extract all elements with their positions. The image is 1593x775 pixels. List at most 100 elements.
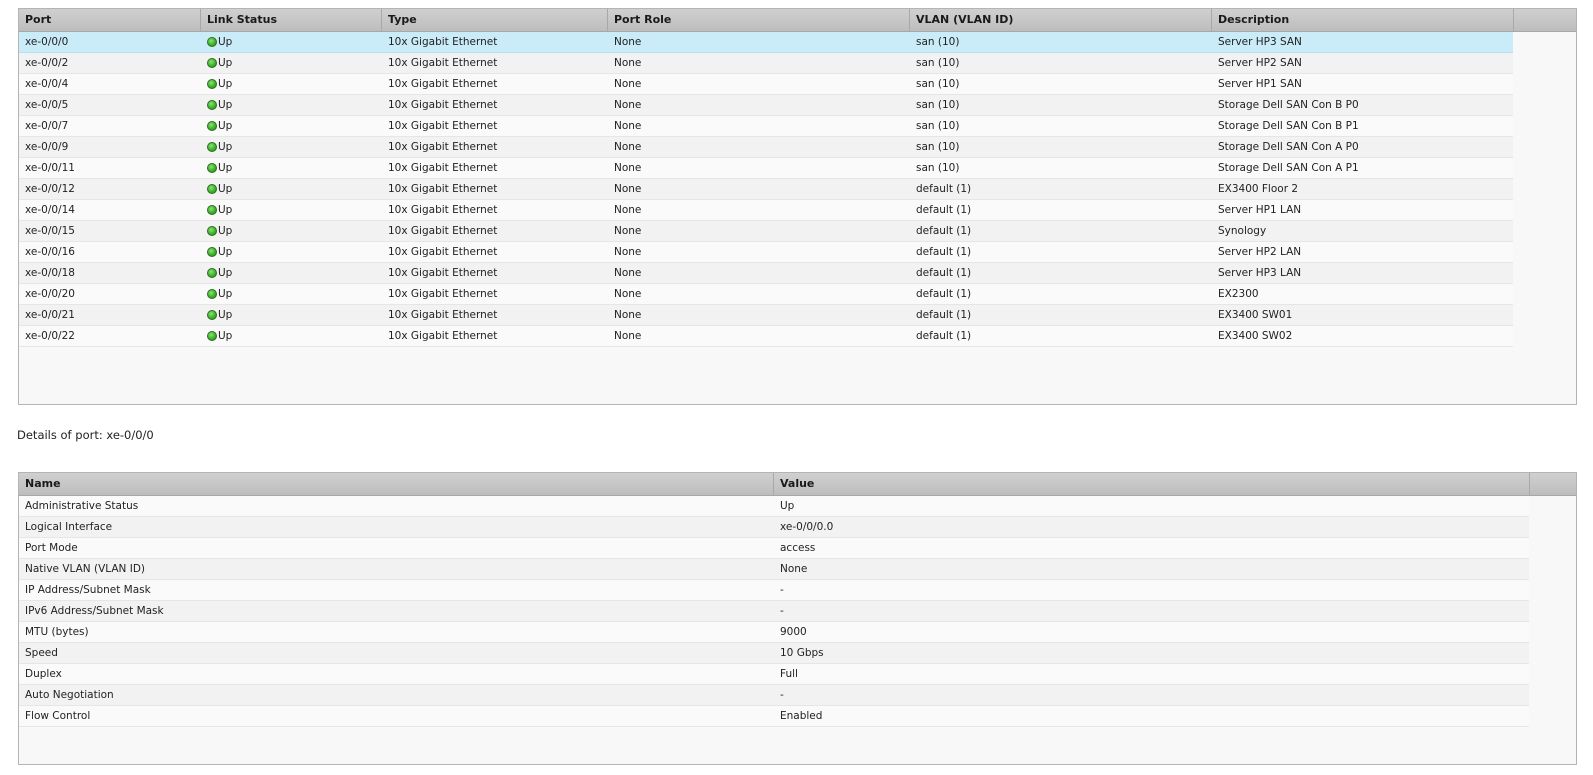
link-status-label: Up <box>218 309 233 321</box>
port-role-cell: None <box>614 141 642 153</box>
property-value-cell: - <box>780 584 784 596</box>
property-name-cell: Flow Control <box>25 710 91 722</box>
port-role-cell: None <box>614 120 642 132</box>
table-row[interactable]: xe-0/0/22 Up 10x Gigabit Ethernet None defau… <box>19 326 1513 347</box>
table-row[interactable]: IPv6 Address/Subnet Mask - <box>19 601 1529 622</box>
table-row[interactable]: xe-0/0/5 Up 10x Gigabit Ethernet None san (1… <box>19 95 1513 116</box>
port-role-cell: None <box>614 162 642 174</box>
status-up-icon <box>207 142 217 152</box>
vlan-cell: san (10) <box>916 162 960 174</box>
table-row[interactable]: Flow Control Enabled <box>19 706 1529 727</box>
table-row[interactable]: xe-0/0/4 Up 10x Gigabit Ethernet None san (1… <box>19 74 1513 95</box>
table-row[interactable]: Port Mode access <box>19 538 1529 559</box>
column-header-filler <box>1529 473 1576 495</box>
vlan-cell: default (1) <box>916 204 972 216</box>
ports-grid: Port Link Status Type Port Role VLAN (VL… <box>18 8 1577 405</box>
table-row[interactable]: xe-0/0/7 Up 10x Gigabit Ethernet None san (1… <box>19 116 1513 137</box>
table-row[interactable]: Administrative Status Up <box>19 496 1529 517</box>
port-cell: xe-0/0/12 <box>25 183 75 195</box>
description-cell: Server HP2 SAN <box>1218 57 1302 69</box>
description-cell: Server HP1 LAN <box>1218 204 1302 216</box>
column-header-port[interactable]: Port <box>19 9 201 31</box>
table-row[interactable]: xe-0/0/14 Up 10x Gigabit Ethernet None defau… <box>19 200 1513 221</box>
table-row[interactable]: xe-0/0/21 Up 10x Gigabit Ethernet None defau… <box>19 305 1513 326</box>
table-row[interactable]: xe-0/0/16 Up 10x Gigabit Ethernet None defau… <box>19 242 1513 263</box>
link-status-cell: Up <box>201 74 382 94</box>
column-header-value[interactable]: Value <box>774 473 1529 495</box>
table-row[interactable]: xe-0/0/11 Up 10x Gigabit Ethernet None san (… <box>19 158 1513 179</box>
status-up-icon <box>207 268 217 278</box>
table-row[interactable]: xe-0/0/15 Up 10x Gigabit Ethernet None defau… <box>19 221 1513 242</box>
column-header-vlan[interactable]: VLAN (VLAN ID) <box>910 9 1212 31</box>
description-cell: Server HP3 SAN <box>1218 36 1302 48</box>
link-status-cell: Up <box>201 95 382 115</box>
property-name-cell: IPv6 Address/Subnet Mask <box>25 605 164 617</box>
port-role-cell: None <box>614 99 642 111</box>
link-status-cell: Up <box>201 158 382 178</box>
table-row[interactable]: xe-0/0/2 Up 10x Gigabit Ethernet None san (1… <box>19 53 1513 74</box>
property-name-cell: Auto Negotiation <box>25 689 114 701</box>
property-value-cell: 9000 <box>780 626 807 638</box>
port-cell: xe-0/0/5 <box>25 99 69 111</box>
vlan-cell: default (1) <box>916 183 972 195</box>
property-value-cell: 10 Gbps <box>780 647 824 659</box>
vlan-cell: default (1) <box>916 309 972 321</box>
description-cell: Server HP3 LAN <box>1218 267 1302 279</box>
column-header-type[interactable]: Type <box>382 9 608 31</box>
status-up-icon <box>207 205 217 215</box>
column-header-description[interactable]: Description <box>1212 9 1513 31</box>
port-role-cell: None <box>614 78 642 90</box>
type-cell: 10x Gigabit Ethernet <box>388 330 498 342</box>
vlan-cell: default (1) <box>916 225 972 237</box>
status-up-icon <box>207 184 217 194</box>
table-row[interactable]: xe-0/0/12 Up 10x Gigabit Ethernet None defau… <box>19 179 1513 200</box>
port-role-cell: None <box>614 204 642 216</box>
port-cell: xe-0/0/20 <box>25 288 75 300</box>
table-row[interactable]: Speed 10 Gbps <box>19 643 1529 664</box>
table-row[interactable]: xe-0/0/18 Up 10x Gigabit Ethernet None defau… <box>19 263 1513 284</box>
link-status-cell: Up <box>201 137 382 157</box>
property-value-cell: xe-0/0/0.0 <box>780 521 834 533</box>
vlan-cell: default (1) <box>916 330 972 342</box>
table-row[interactable]: xe-0/0/20 Up 10x Gigabit Ethernet None defau… <box>19 284 1513 305</box>
column-header-link-status[interactable]: Link Status <box>201 9 382 31</box>
property-name-cell: Duplex <box>25 668 62 680</box>
property-name-cell: Native VLAN (VLAN ID) <box>25 563 146 575</box>
property-value-cell: Enabled <box>780 710 823 722</box>
table-row[interactable]: MTU (bytes) 9000 <box>19 622 1529 643</box>
status-up-icon <box>207 331 217 341</box>
property-value-cell: None <box>780 563 808 575</box>
property-value-cell: access <box>780 542 816 554</box>
description-cell: Server HP2 LAN <box>1218 246 1302 258</box>
status-up-icon <box>207 289 217 299</box>
vlan-cell: default (1) <box>916 246 972 258</box>
port-role-cell: None <box>614 330 642 342</box>
details-grid-header: Name Value <box>19 473 1576 496</box>
column-header-name[interactable]: Name <box>19 473 774 495</box>
table-row[interactable]: IP Address/Subnet Mask - <box>19 580 1529 601</box>
table-row[interactable]: Logical Interface xe-0/0/0.0 <box>19 517 1529 538</box>
link-status-cell: Up <box>201 116 382 136</box>
column-header-port-role[interactable]: Port Role <box>608 9 910 31</box>
status-up-icon <box>207 58 217 68</box>
property-name-cell: Port Mode <box>25 542 78 554</box>
link-status-cell: Up <box>201 221 382 241</box>
link-status-label: Up <box>218 78 233 90</box>
port-cell: xe-0/0/14 <box>25 204 75 216</box>
link-status-label: Up <box>218 246 233 258</box>
status-up-icon <box>207 226 217 236</box>
description-cell: Server HP1 SAN <box>1218 78 1302 90</box>
table-row[interactable]: Native VLAN (VLAN ID) None <box>19 559 1529 580</box>
port-role-cell: None <box>614 309 642 321</box>
table-row[interactable]: xe-0/0/0 Up 10x Gigabit Ethernet None san (1… <box>19 32 1513 53</box>
property-value-cell: - <box>780 689 784 701</box>
status-up-icon <box>207 100 217 110</box>
table-row[interactable]: Auto Negotiation - <box>19 685 1529 706</box>
port-cell: xe-0/0/22 <box>25 330 75 342</box>
link-status-cell: Up <box>201 305 382 325</box>
type-cell: 10x Gigabit Ethernet <box>388 141 498 153</box>
table-row[interactable]: xe-0/0/9 Up 10x Gigabit Ethernet None san (1… <box>19 137 1513 158</box>
port-cell: xe-0/0/18 <box>25 267 75 279</box>
table-row[interactable]: Duplex Full <box>19 664 1529 685</box>
type-cell: 10x Gigabit Ethernet <box>388 309 498 321</box>
